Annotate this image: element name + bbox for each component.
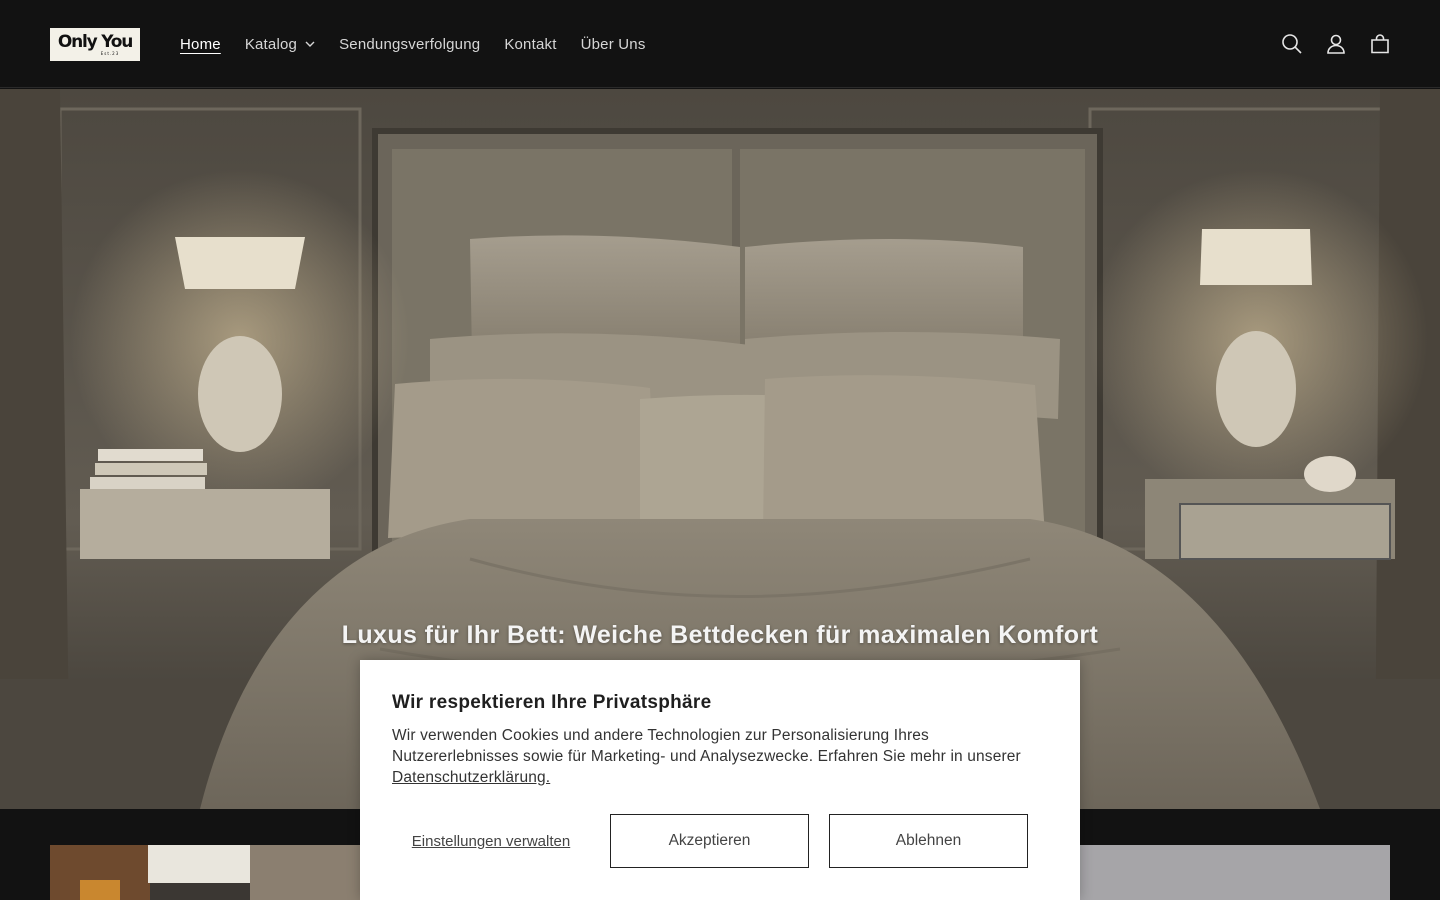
accept-button[interactable]: Akzeptieren (610, 814, 809, 868)
cookie-text: Wir verwenden Cookies und andere Technol… (392, 725, 1042, 788)
logo[interactable]: Only You Est.23 (50, 28, 140, 61)
collection-card-right[interactable] (1070, 845, 1390, 900)
nav-ueber-uns-label: Über Uns (580, 35, 646, 53)
cookie-consent-dialog: Wir respektieren Ihre Privatsphäre Wir v… (360, 660, 1080, 900)
decline-button[interactable]: Ablehnen (829, 814, 1028, 868)
nav-katalog[interactable]: Katalog (233, 24, 327, 64)
cart-icon (1371, 34, 1389, 54)
cart-button[interactable] (1358, 22, 1402, 66)
manage-settings-button[interactable]: Einstellungen verwalten (392, 814, 590, 868)
nav-ueber-uns[interactable]: Über Uns (569, 24, 658, 64)
cookie-text-body: Wir verwenden Cookies und andere Technol… (392, 727, 1021, 765)
privacy-policy-link[interactable]: Datenschutzerklärung. (392, 769, 550, 786)
collection-card-left-image (50, 845, 370, 900)
chevron-down-icon (305, 41, 315, 47)
nav-sendungsverfolgung-label: Sendungsverfolgung (339, 35, 481, 53)
nav-home-label: Home (180, 35, 221, 53)
logo-subtext: Est.23 (100, 51, 120, 56)
site-header: Only You Est.23 Home Katalog Sendungsver… (0, 0, 1440, 88)
nav-sendungsverfolgung[interactable]: Sendungsverfolgung (327, 24, 492, 64)
logo-text: Only You (57, 32, 134, 52)
main-nav: Home Katalog Sendungsverfolgung Kontakt … (168, 0, 658, 88)
search-button[interactable] (1270, 22, 1314, 66)
nav-katalog-label: Katalog (244, 35, 298, 53)
cookie-actions: Einstellungen verwalten Akzeptieren Able… (392, 814, 1048, 868)
nav-kontakt-label: Kontakt (504, 35, 557, 53)
search-icon (1282, 34, 1302, 54)
header-actions (1270, 22, 1402, 66)
cookie-title: Wir respektieren Ihre Privatsphäre (392, 692, 712, 713)
nav-kontakt[interactable]: Kontakt (492, 24, 568, 64)
hero-heading: Luxus für Ihr Bett: Weiche Bettdecken fü… (341, 621, 1099, 649)
account-icon (1327, 34, 1345, 54)
collection-card-left[interactable] (50, 845, 370, 900)
nav-home[interactable]: Home (168, 24, 233, 64)
account-button[interactable] (1314, 22, 1358, 66)
